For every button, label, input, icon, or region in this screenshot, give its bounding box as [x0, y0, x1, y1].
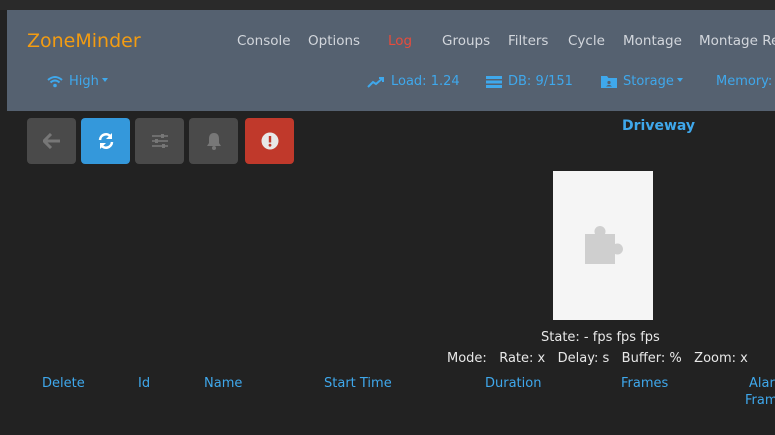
column-start-time[interactable]: Start Time [324, 376, 392, 391]
sliders-icon [151, 134, 168, 148]
line-chart-icon [367, 76, 384, 88]
window-top-strip [0, 0, 775, 10]
storage-dropdown[interactable]: Storage [601, 74, 683, 89]
monitor-preview[interactable] [553, 171, 653, 320]
column-alarm-frames-line1: Alar [749, 376, 775, 391]
storage-label: Storage [623, 74, 674, 89]
chevron-down-icon [676, 77, 683, 82]
menu-cycle[interactable]: Cycle [568, 33, 605, 49]
navbar: ZoneMinder Console Options Log Groups Fi… [7, 10, 775, 111]
monitor-name: Driveway [622, 118, 696, 134]
menu-groups[interactable]: Groups [442, 33, 490, 49]
monitor-state: State: - fps fps fps [541, 330, 660, 345]
monitor-stats: Mode: Rate: x Delay: s Buffer: % Zoom: x [447, 351, 748, 366]
menu-montage-review[interactable]: Montage Re [699, 33, 775, 49]
refresh-icon [98, 133, 113, 149]
delay-label: Delay: s [557, 351, 610, 366]
column-duration[interactable]: Duration [485, 376, 541, 391]
load-label: Load: 1.24 [391, 74, 460, 89]
column-frames[interactable]: Frames [621, 376, 668, 391]
bandwidth-dropdown[interactable]: High [47, 74, 108, 89]
column-id[interactable]: Id [138, 376, 150, 391]
load-status: Load: 1.24 [367, 74, 460, 89]
refresh-button[interactable] [81, 118, 130, 164]
zoom-label: Zoom: x [694, 351, 748, 366]
settings-button[interactable] [135, 118, 184, 164]
arrow-left-icon [42, 133, 60, 149]
force-alarm-button[interactable] [245, 118, 294, 164]
column-alarm-frames-line2: Fram [745, 393, 775, 408]
menu-options[interactable]: Options [308, 33, 360, 49]
memory-label: Memory: [716, 74, 773, 89]
wifi-icon [47, 76, 63, 88]
rate-label: Rate: x [499, 351, 546, 366]
db-label: DB: 9/151 [508, 74, 573, 89]
alarm-button[interactable] [189, 118, 238, 164]
chevron-down-icon [101, 77, 108, 82]
database-icon [486, 75, 502, 88]
back-button[interactable] [27, 118, 76, 164]
mode-label: Mode: [447, 351, 487, 366]
folder-icon [601, 76, 617, 88]
exclamation-circle-icon [261, 132, 278, 150]
column-name[interactable]: Name [204, 376, 242, 391]
puzzle-piece-icon [585, 225, 623, 264]
column-delete[interactable]: Delete [42, 376, 85, 391]
db-status: DB: 9/151 [486, 74, 573, 89]
buffer-label: Buffer: % [621, 351, 682, 366]
menu-filters[interactable]: Filters [508, 33, 548, 49]
memory-status: Memory: [716, 74, 772, 89]
menu-montage[interactable]: Montage [623, 33, 682, 49]
menu-log[interactable]: Log [388, 33, 412, 49]
brand-logo[interactable]: ZoneMinder [27, 30, 141, 52]
bell-icon [206, 133, 221, 150]
column-alarm-frames[interactable]: Alar Fram [745, 375, 775, 409]
bandwidth-label: High [69, 74, 99, 89]
menu-console[interactable]: Console [237, 33, 291, 49]
